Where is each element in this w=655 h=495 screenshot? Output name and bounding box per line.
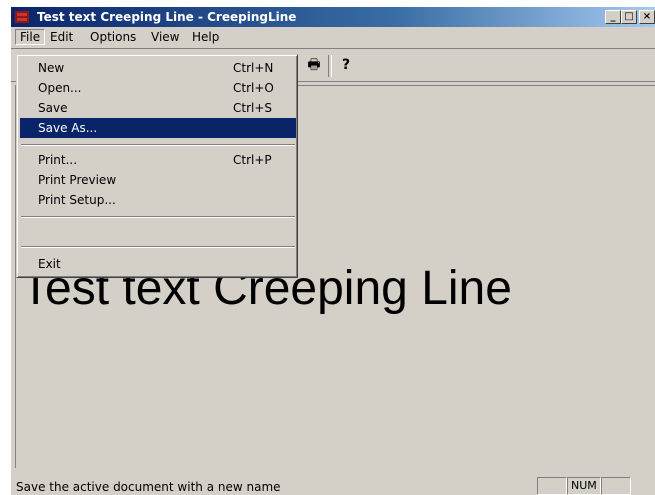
menu-item-print-setup[interactable]: Print Setup... [20,190,296,210]
menu-item-open[interactable]: Open... Ctrl+O [20,78,296,98]
menu-view[interactable]: View [147,29,183,45]
app-icon[interactable] [14,10,30,24]
status-bar: Save the active document with a new name… [11,473,655,495]
menu-item-print[interactable]: Print... Ctrl+P [20,150,296,170]
close-button[interactable]: × [639,10,655,24]
menu-separator [21,216,295,218]
menu-edit[interactable]: Edit [46,29,77,45]
menu-item-save[interactable]: Save Ctrl+S [20,98,296,118]
menu-item-exit[interactable]: Exit [20,254,296,274]
help-icon[interactable]: ? [335,55,357,75]
menu-file[interactable]: File [15,29,46,45]
status-pane-scrl [601,477,631,495]
window-title: Test text Creeping Line - CreepingLine [37,10,297,24]
menu-item-new[interactable]: New Ctrl+N [20,58,296,78]
menu-item-print-preview[interactable]: Print Preview [20,170,296,190]
file-menu-dropdown: New Ctrl+N Open... Ctrl+O Save Ctrl+S Sa… [16,54,298,278]
menu-item-save-as[interactable]: Save As... [20,118,296,138]
status-pane-caps [537,477,567,495]
maximize-button[interactable]: □ [621,10,637,24]
menu-bar: File Edit Options View Help [11,28,655,46]
status-message: Save the active document with a new name [16,480,281,494]
menu-separator [21,246,295,248]
menu-separator [21,144,295,146]
menu-options[interactable]: Options [86,29,140,45]
toolbar-separator [328,55,332,77]
title-bar[interactable]: Test text Creeping Line - CreepingLine _… [11,7,655,27]
status-pane-num: NUM [567,477,601,495]
print-icon[interactable]: 🖶 [303,55,325,75]
menu-help[interactable]: Help [188,29,223,45]
minimize-button[interactable]: _ [605,10,621,24]
